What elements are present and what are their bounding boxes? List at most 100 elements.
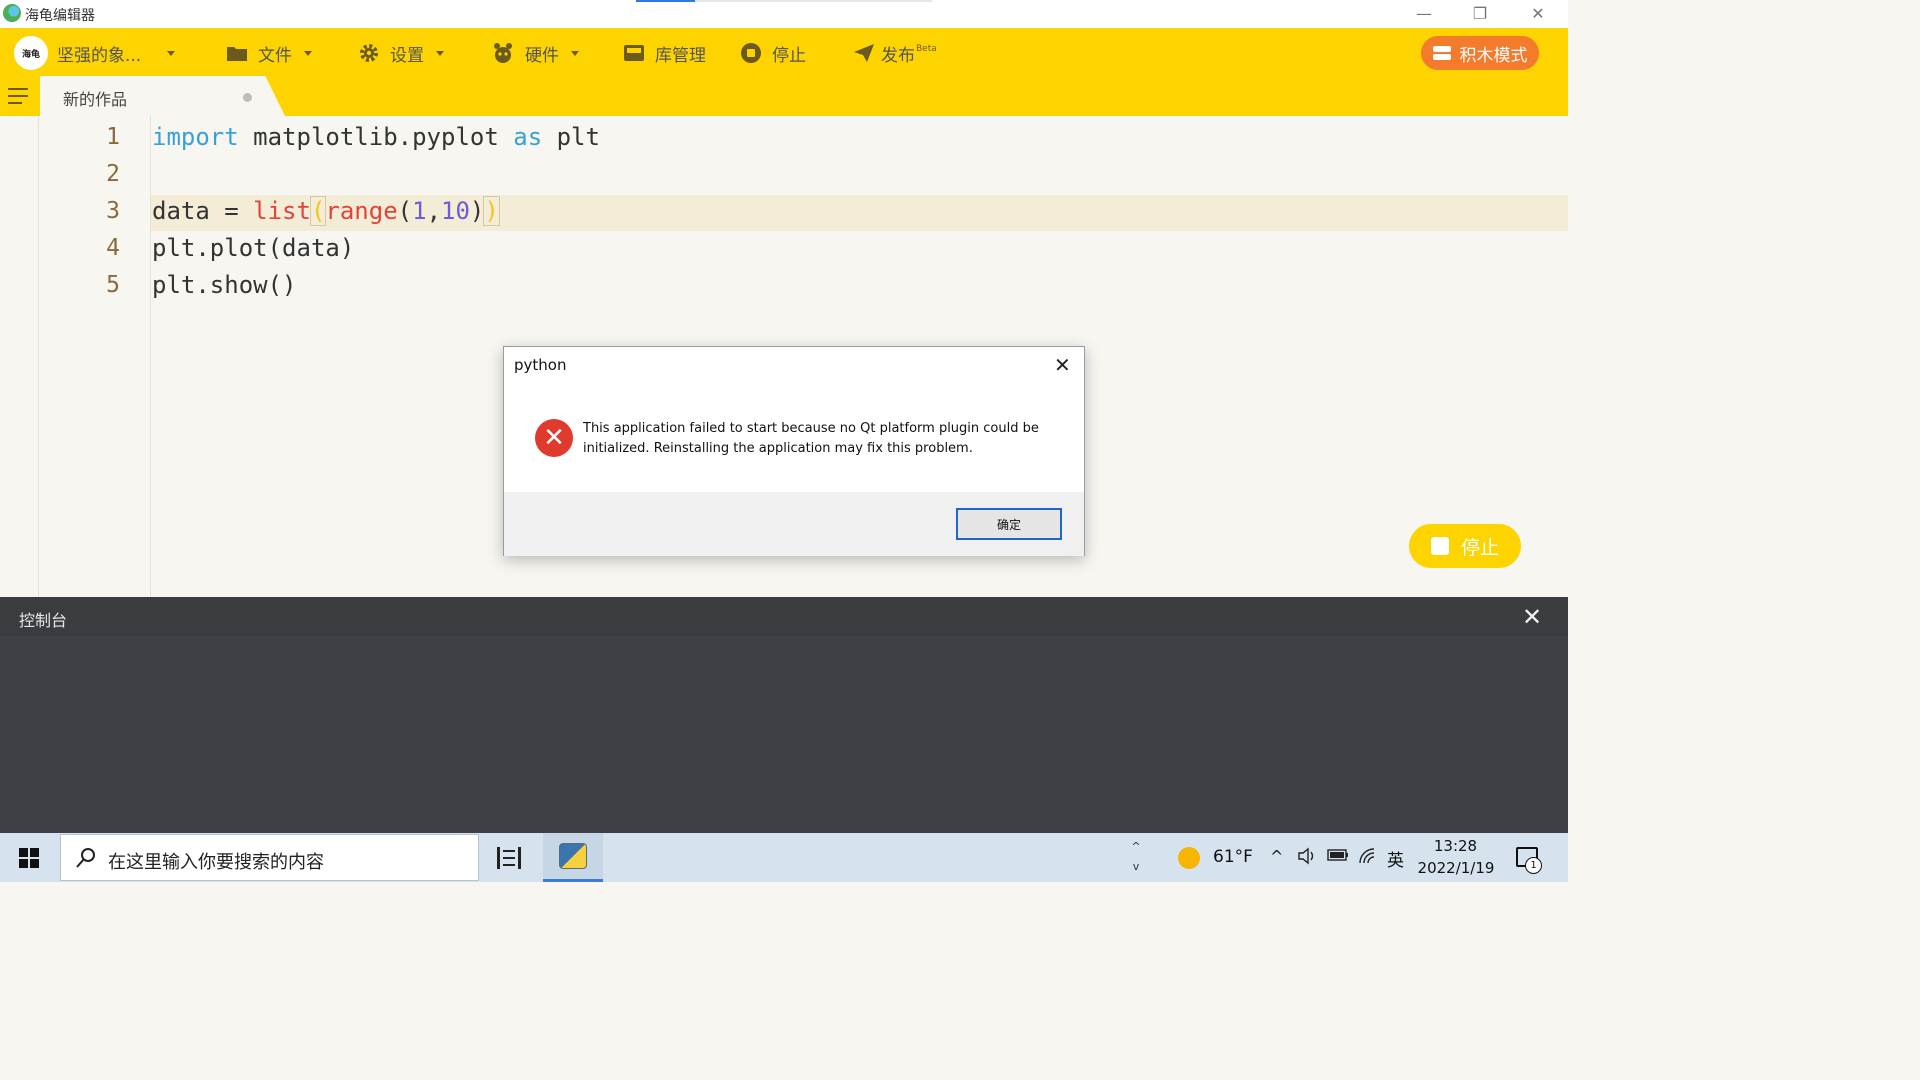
notification-badge: 1 (1525, 857, 1542, 874)
code-token: plt (542, 123, 600, 151)
line-number: 3 (106, 198, 120, 224)
chevron-down-icon (436, 50, 444, 56)
stop-icon (740, 42, 762, 64)
number-token: 1 (412, 197, 427, 225)
paper-plane-icon (853, 43, 875, 63)
builtin-token: list (253, 197, 311, 225)
library-manager-label: 库管理 (655, 45, 706, 66)
floating-stop-label: 停止 (1460, 536, 1499, 559)
bracket-token: ) (483, 196, 500, 226)
code-token: ( (397, 197, 413, 225)
line-number: 1 (106, 124, 120, 150)
user-name: 坚强的象... (57, 45, 142, 66)
battery-icon[interactable] (1327, 847, 1349, 866)
line-number: 2 (106, 161, 120, 187)
taskbar: 在这里输入你要搜索的内容 ^ v 61°F ^ 英 13:28 2022/1/1… (0, 833, 1568, 882)
console-header: 控制台 ✕ (0, 597, 1568, 636)
title-bar: 海龟编辑器 — ❐ ✕ (0, 0, 1568, 28)
weather-temperature[interactable]: 61°F (1213, 847, 1253, 867)
stop-label: 停止 (772, 45, 806, 66)
dialog-close-icon[interactable]: ✕ (1054, 353, 1071, 377)
ok-button[interactable]: 确定 (956, 508, 1062, 540)
app-logo-icon (3, 4, 21, 22)
minimize-button[interactable]: — (1396, 0, 1452, 28)
dialog-title: python (514, 356, 567, 374)
robot-icon (491, 42, 515, 64)
python-app-icon (559, 843, 587, 869)
stop-icon (1430, 537, 1449, 555)
code-token: ) (469, 197, 485, 225)
library-manager-button[interactable]: 库管理 (623, 40, 706, 66)
block-mode-label: 积木模式 (1459, 45, 1528, 66)
hardware-menu-label: 硬件 (525, 45, 559, 66)
clock-date[interactable]: 2022/1/19 (1413, 859, 1499, 877)
console-title: 控制台 (19, 611, 68, 630)
app-title: 海龟编辑器 (25, 8, 95, 24)
publish-button[interactable]: 发布 Beta (853, 40, 937, 66)
code-line[interactable]: import matplotlib.pyplot as plt (152, 123, 600, 151)
error-dialog: python ✕ ✕ This application failed to st… (503, 346, 1085, 556)
search-icon (75, 847, 97, 874)
start-button[interactable] (0, 833, 58, 882)
tab-label: 新的作品 (63, 90, 128, 109)
block-mode-button[interactable]: 积木模式 (1421, 36, 1539, 70)
stop-button[interactable]: 停止 (740, 40, 806, 66)
error-icon: ✕ (535, 419, 573, 457)
tray-chevron-up-icon[interactable]: ^ (1270, 847, 1283, 866)
code-token: matplotlib.pyplot (238, 123, 514, 151)
dialog-message: This application failed to start because… (583, 421, 1039, 456)
weather-sun-icon[interactable] (1178, 847, 1200, 869)
hardware-menu[interactable]: 硬件 (491, 40, 579, 66)
publish-label: 发布 (881, 45, 915, 66)
volume-icon[interactable] (1297, 847, 1317, 869)
taskbar-search-box[interactable]: 在这里输入你要搜索的内容 (60, 834, 479, 881)
taskbar-scroll[interactable]: ^ v (1128, 837, 1144, 879)
code-line[interactable]: plt.show() (152, 271, 297, 299)
settings-menu-label: 设置 (390, 45, 424, 66)
number-token: 10 (441, 197, 470, 225)
input-language[interactable]: 英 (1387, 846, 1404, 871)
keyword-token: as (513, 123, 543, 151)
code-line[interactable]: data = list(range(1,10)) (152, 196, 500, 226)
scroll-up-icon[interactable]: ^ (1128, 837, 1144, 857)
floating-stop-button[interactable]: 停止 (1409, 524, 1521, 568)
bracket-token: ( (309, 196, 327, 226)
chevron-down-icon (571, 50, 579, 56)
clock-time[interactable]: 13:28 (1418, 837, 1493, 855)
sidebar-divider (38, 116, 39, 597)
search-placeholder: 在这里输入你要搜索的内容 (108, 852, 324, 873)
file-menu[interactable]: 文件 (226, 40, 312, 66)
python-taskbar-app[interactable] (543, 833, 603, 882)
user-menu[interactable]: 坚强的象... (57, 40, 176, 66)
avatar[interactable]: 海龟 (14, 36, 48, 70)
folder-icon (226, 44, 248, 62)
unsaved-dot-icon[interactable] (243, 93, 252, 102)
inbox-icon (623, 43, 645, 63)
blocks-icon (1432, 46, 1451, 60)
menu-toggle-icon[interactable] (8, 86, 30, 106)
code-token: data = (152, 197, 254, 225)
beta-badge: Beta (916, 44, 937, 54)
gear-icon (358, 42, 380, 64)
console-output[interactable] (0, 636, 1568, 833)
file-menu-label: 文件 (258, 45, 292, 66)
wifi-icon[interactable] (1358, 847, 1378, 869)
gutter-divider (150, 116, 151, 597)
code-token: , (426, 197, 442, 225)
line-number: 4 (106, 235, 120, 261)
code-line[interactable]: plt.plot(data) (152, 234, 354, 262)
keyword-token: import (152, 123, 239, 151)
console-close-icon[interactable]: ✕ (1522, 603, 1542, 631)
line-number: 5 (106, 272, 120, 298)
chevron-down-icon (304, 50, 312, 56)
close-button[interactable]: ✕ (1510, 0, 1566, 28)
task-view-icon[interactable] (497, 847, 521, 869)
scroll-down-icon[interactable]: v (1128, 857, 1144, 877)
title-tab-indicator (636, 0, 932, 2)
tab-new-work[interactable]: 新的作品 (40, 76, 285, 116)
builtin-token: range (325, 197, 398, 225)
restore-button[interactable]: ❐ (1452, 0, 1508, 28)
settings-menu[interactable]: 设置 (358, 40, 444, 66)
windows-logo-icon (19, 847, 39, 868)
chevron-down-icon (167, 50, 176, 56)
